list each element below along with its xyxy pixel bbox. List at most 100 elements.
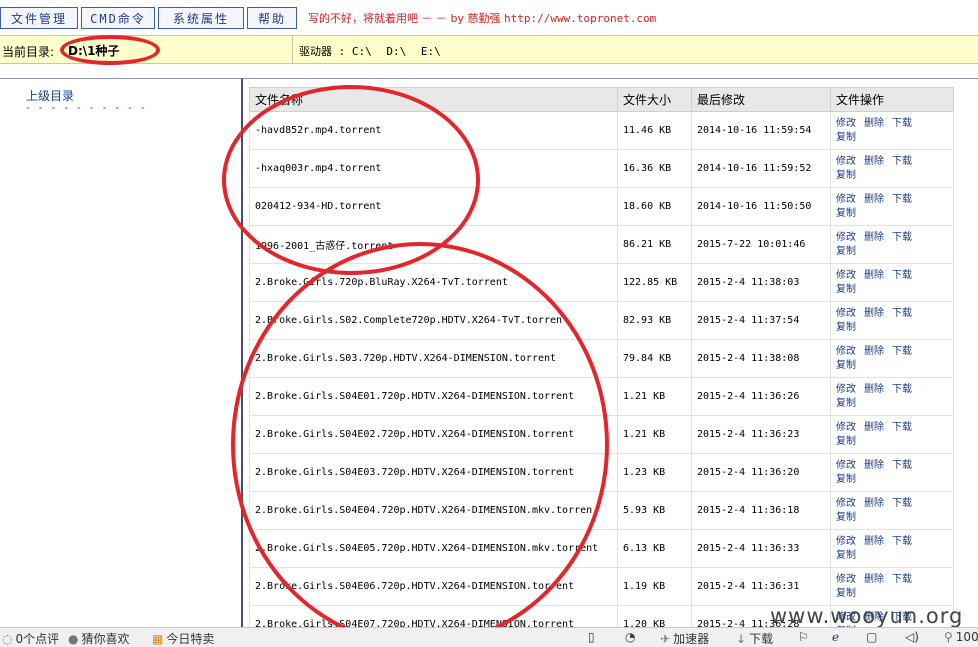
file-modified: 2015-2-4 11:36:18: [691, 491, 831, 530]
system-properties-button[interactable]: 系统属性: [158, 7, 244, 29]
download-link[interactable]: 下载: [892, 231, 912, 245]
copy-link[interactable]: 复制: [836, 245, 940, 259]
header-modified: 最后修改: [691, 87, 831, 112]
file-name[interactable]: 2.Broke.Girls.S04E02.720p.HDTV.X264-DIME…: [249, 415, 618, 454]
file-name[interactable]: 2.Broke.Girls.720p.BluRay.X264-TvT.torre…: [249, 263, 618, 302]
edit-link[interactable]: 修改: [836, 421, 856, 435]
today-item[interactable]: ▦ 今日特卖: [152, 630, 214, 647]
header-ops: 文件操作: [830, 87, 954, 112]
file-ops: 修改删除下载复制: [830, 301, 954, 340]
download-link[interactable]: 下载: [892, 193, 912, 207]
zoom-item[interactable]: ⚲ 100: [944, 630, 978, 644]
file-modified: 2015-7-22 10:01:46: [691, 225, 831, 264]
download-link[interactable]: 下载: [892, 155, 912, 169]
copy-link[interactable]: 复制: [836, 511, 940, 525]
window-icon[interactable]: ▢: [866, 630, 877, 644]
download-link[interactable]: 下载: [892, 573, 912, 587]
delete-link[interactable]: 删除: [864, 307, 884, 321]
path-divider: [292, 36, 293, 63]
download-link[interactable]: 下载: [892, 535, 912, 549]
phone-icon[interactable]: ▯: [588, 630, 595, 644]
edit-link[interactable]: 修改: [836, 193, 856, 207]
download-link[interactable]: 下载: [892, 269, 912, 283]
delete-link[interactable]: 删除: [864, 535, 884, 549]
table-row: 2.Broke.Girls.S03.720p.HDTV.X264-DIMENSI…: [249, 339, 954, 378]
download-link[interactable]: 下载: [892, 459, 912, 473]
file-name[interactable]: -havd852r.mp4.torrent: [249, 111, 618, 150]
delete-link[interactable]: 删除: [864, 497, 884, 511]
download-item[interactable]: ↓ 下载: [736, 630, 773, 647]
file-name[interactable]: 020412-934-HD.torrent: [249, 187, 618, 226]
download-link[interactable]: 下载: [892, 307, 912, 321]
file-name[interactable]: 2.Broke.Girls.S04E01.720p.HDTV.X264-DIME…: [249, 377, 618, 416]
copy-link[interactable]: 复制: [836, 207, 940, 221]
browser-icon[interactable]: ℯ: [832, 630, 839, 644]
edit-link[interactable]: 修改: [836, 231, 856, 245]
speaker-icon[interactable]: ◁): [905, 630, 919, 644]
edit-link[interactable]: 修改: [836, 155, 856, 169]
table-row: 020412-934-HD.torrent 18.60 KB 2014-10-16 …: [249, 187, 954, 226]
download-link[interactable]: 下载: [892, 421, 912, 435]
drive-c-link[interactable]: C:\: [352, 45, 372, 58]
file-name[interactable]: 2.Broke.Girls.S03.720p.HDTV.X264-DIMENSI…: [249, 339, 618, 378]
delete-link[interactable]: 删除: [864, 421, 884, 435]
help-button[interactable]: 帮助: [247, 7, 297, 29]
refresh-icon[interactable]: ◔: [625, 630, 635, 644]
edit-link[interactable]: 修改: [836, 573, 856, 587]
delete-link[interactable]: 删除: [864, 231, 884, 245]
copy-link[interactable]: 复制: [836, 359, 940, 373]
copy-link[interactable]: 复制: [836, 131, 940, 145]
download-link[interactable]: 下载: [892, 117, 912, 131]
copy-link[interactable]: 复制: [836, 169, 940, 183]
file-name[interactable]: 2.Broke.Girls.S04E04.720p.HDTV.X264-DIME…: [249, 491, 618, 530]
download-link[interactable]: 下载: [892, 383, 912, 397]
edit-link[interactable]: 修改: [836, 459, 856, 473]
file-modified: 2015-2-4 11:36:33: [691, 529, 831, 568]
copy-link[interactable]: 复制: [836, 587, 940, 601]
parent-dir-link[interactable]: 上级目录: [26, 87, 74, 104]
file-table: 文件名称 文件大小 最后修改 文件操作 -havd852r.mp4.torren…: [249, 87, 954, 627]
edit-link[interactable]: 修改: [836, 269, 856, 283]
delete-link[interactable]: 删除: [864, 573, 884, 587]
download-link[interactable]: 下载: [892, 345, 912, 359]
copy-link[interactable]: 复制: [836, 283, 940, 297]
file-size: 5.93 KB: [617, 491, 692, 530]
flag-icon[interactable]: ⚐: [798, 630, 809, 644]
file-name[interactable]: 2.Broke.Girls.S04E06.720p.HDTV.X264-DIME…: [249, 567, 618, 606]
edit-link[interactable]: 修改: [836, 345, 856, 359]
file-name[interactable]: -hxaq003r.mp4.torrent: [249, 149, 618, 188]
delete-link[interactable]: 删除: [864, 117, 884, 131]
file-name[interactable]: 1996-2001_古惑仔.torrent: [249, 225, 618, 264]
file-name[interactable]: 2.Broke.Girls.S02.Complete720p.HDTV.X264…: [249, 301, 618, 340]
file-name[interactable]: 2.Broke.Girls.S04E03.720p.HDTV.X264-DIME…: [249, 453, 618, 492]
delete-link[interactable]: 删除: [864, 155, 884, 169]
drive-d-link[interactable]: D:\: [386, 45, 406, 58]
delete-link[interactable]: 删除: [864, 345, 884, 359]
edit-link[interactable]: 修改: [836, 497, 856, 511]
delete-link[interactable]: 删除: [864, 459, 884, 473]
guess-item[interactable]: ● 猜你喜欢: [68, 630, 130, 647]
copy-link[interactable]: 复制: [836, 435, 940, 449]
delete-link[interactable]: 删除: [864, 269, 884, 283]
download-link[interactable]: 下载: [892, 497, 912, 511]
copy-link[interactable]: 复制: [836, 549, 940, 563]
edit-link[interactable]: 修改: [836, 117, 856, 131]
file-size: 79.84 KB: [617, 339, 692, 378]
delete-link[interactable]: 删除: [864, 383, 884, 397]
copy-link[interactable]: 复制: [836, 473, 940, 487]
accelerator-item[interactable]: ✈ 加速器: [660, 630, 709, 647]
table-row: 2.Broke.Girls.S02.Complete720p.HDTV.X264…: [249, 301, 954, 340]
cmd-button[interactable]: CMD命令: [81, 7, 155, 29]
copy-link[interactable]: 复制: [836, 397, 940, 411]
edit-link[interactable]: 修改: [836, 383, 856, 397]
delete-link[interactable]: 删除: [864, 193, 884, 207]
edit-link[interactable]: 修改: [836, 307, 856, 321]
file-name[interactable]: 2.Broke.Girls.S04E07.720p.HDTV.X264-DIME…: [249, 605, 618, 627]
motto-url[interactable]: http://www.topronet.com: [504, 12, 656, 25]
file-manager-button[interactable]: 文件管理: [0, 7, 78, 29]
comments-item[interactable]: ◌ 0个点评: [2, 630, 59, 647]
file-name[interactable]: 2.Broke.Girls.S04E05.720p.HDTV.X264-DIME…: [249, 529, 618, 568]
copy-link[interactable]: 复制: [836, 321, 940, 335]
drive-e-link[interactable]: E:\: [421, 45, 441, 58]
edit-link[interactable]: 修改: [836, 535, 856, 549]
